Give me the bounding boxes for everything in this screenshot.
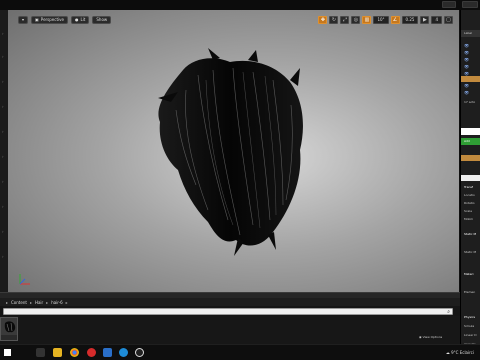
left-arrow-icon[interactable]: › — [2, 205, 6, 209]
hair-mesh[interactable] — [8, 10, 460, 292]
left-arrow-icon[interactable]: › — [2, 80, 6, 84]
eye-icon[interactable]: 👁 — [464, 83, 469, 88]
hair-thumbnail-icon — [4, 321, 16, 333]
chevron-right-icon: ▸ — [65, 299, 68, 305]
actor-name-field[interactable] — [461, 128, 480, 135]
eye-icon[interactable]: 👁 — [464, 57, 469, 62]
details-panel: Label 👁 👁 👁 👁 👁 👁 👁 17 acto Add Transf L… — [460, 10, 480, 360]
taskbar: ☁ 9°C Eclairci — [0, 344, 480, 360]
left-arrow-icon[interactable]: › — [2, 155, 6, 159]
chrome-icon[interactable] — [70, 348, 79, 357]
edge-icon[interactable] — [119, 348, 128, 357]
eye-icon[interactable]: 👁 — [464, 43, 469, 48]
asset-label — [1, 335, 17, 340]
editor-window: › › › › › › › › › › ▾ ▣ Perspective ● Lit … — [0, 0, 480, 360]
chevron-right-icon: ▸ — [29, 299, 32, 305]
search-icon: ⌕ — [447, 309, 450, 315]
asset-search-input[interactable]: ⌕ — [3, 308, 453, 315]
chevron-right-icon: ▸ — [6, 299, 9, 305]
axis-gizmo-icon — [19, 274, 30, 285]
system-tray: ☁ 9°C Eclairci — [445, 350, 474, 355]
unreal-engine-icon[interactable] — [135, 348, 144, 357]
breadcrumb-item[interactable]: Content — [11, 300, 27, 305]
opera-icon[interactable] — [87, 348, 96, 357]
eye-icon: ◉ — [419, 335, 422, 339]
top-tab-1[interactable] — [442, 1, 456, 8]
left-arrow-icon[interactable]: › — [2, 255, 6, 259]
left-arrow-icon[interactable]: › — [2, 55, 6, 59]
left-arrow-icon[interactable]: › — [2, 105, 6, 109]
breadcrumb-item[interactable]: hair-6 — [51, 300, 62, 305]
task-view-icon[interactable] — [36, 348, 45, 357]
component-row[interactable] — [461, 155, 480, 161]
left-arrow-icon[interactable]: › — [2, 130, 6, 134]
eye-icon[interactable]: 👁 — [464, 50, 469, 55]
selected-actor-row[interactable] — [461, 76, 480, 82]
left-arrow-icon[interactable]: › — [2, 180, 6, 184]
breadcrumb-item[interactable]: Hair — [35, 300, 43, 305]
app-icon[interactable] — [103, 348, 112, 357]
add-component-button[interactable]: Add — [461, 138, 480, 145]
level-viewport[interactable]: ▾ ▣ Perspective ● Lit Show ✥ ↻ ⤢ ◎ ▥ 10° ∠… — [8, 10, 460, 292]
view-options-button[interactable]: ◉ View Options — [419, 335, 442, 339]
outliner-header: Label — [461, 30, 480, 37]
windows-start-icon[interactable] — [4, 349, 11, 356]
asset-thumbnail[interactable] — [0, 317, 18, 341]
asset-grid — [0, 316, 460, 344]
breadcrumb: ▸ Content ▸ Hair ▸ hair-6 ▸ — [0, 298, 460, 306]
top-strip — [0, 0, 480, 10]
eye-icon[interactable]: 👁 — [464, 64, 469, 69]
file-explorer-icon[interactable] — [53, 348, 62, 357]
left-arrow-icon[interactable]: › — [2, 32, 6, 36]
weather-icon: ☁ — [445, 350, 450, 355]
eye-icon[interactable]: 👁 — [464, 90, 469, 95]
top-tab-2[interactable] — [462, 1, 478, 8]
chevron-right-icon: ▸ — [46, 299, 49, 305]
left-toolbar: › › › › › › › › › › — [0, 10, 8, 292]
left-arrow-icon[interactable]: › — [2, 230, 6, 234]
details-search[interactable] — [461, 175, 480, 181]
